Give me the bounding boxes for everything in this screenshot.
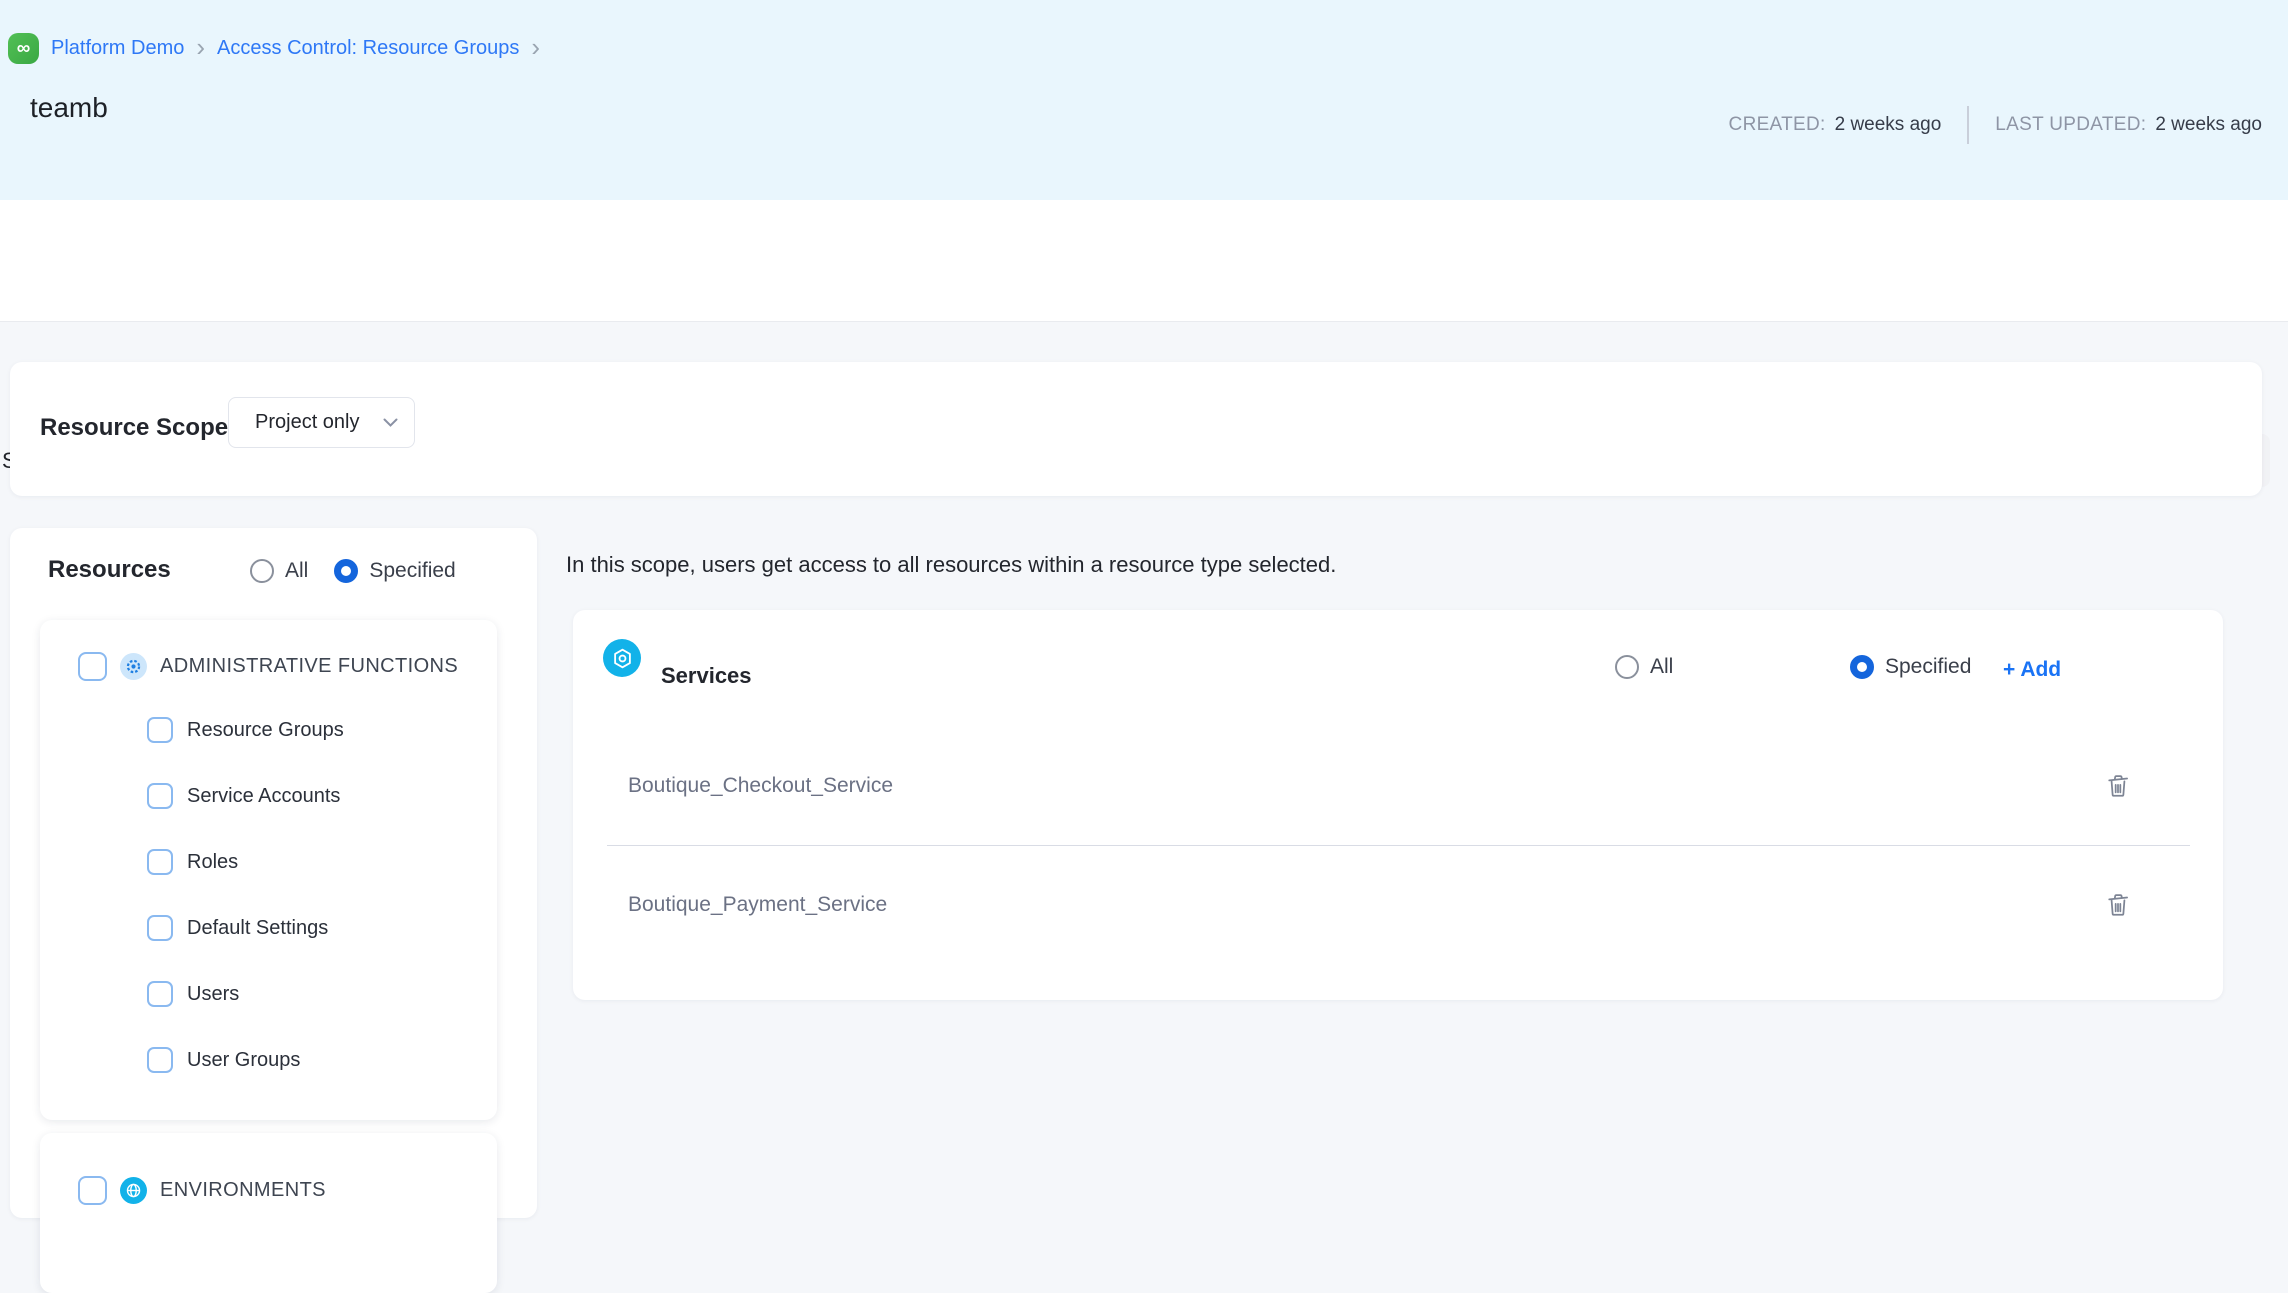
project-logo-icon: ∞	[8, 33, 39, 64]
chevron-right-icon: ›	[196, 37, 205, 57]
radio-specified-circle[interactable]	[334, 559, 358, 583]
list-item: Roles	[147, 829, 497, 895]
list-item: User Groups	[147, 1027, 497, 1093]
resource-item-list: Resource Groups Service Accounts Roles D…	[40, 697, 497, 1093]
infinity-glyph: ∞	[17, 39, 31, 58]
group-label: ADMINISTRATIVE FUNCTIONS	[160, 655, 458, 678]
breadcrumb-section-link[interactable]: Access Control: Resource Groups	[217, 37, 519, 60]
service-row: Boutique_Checkout_Service	[573, 727, 2223, 845]
admin-functions-icon	[120, 653, 147, 680]
resource-group-card-admin: ADMINISTRATIVE FUNCTIONS Resource Groups…	[40, 620, 497, 1120]
services-card: Services All Specified + Add Boutique_Ch…	[573, 610, 2223, 1000]
resources-panel: Resources All Specified ADMINISTRATIVE F…	[10, 528, 537, 1218]
created-value: 2 weeks ago	[1835, 114, 1942, 136]
add-service-button[interactable]: + Add	[2003, 658, 2061, 682]
resources-title: Resources	[48, 556, 171, 584]
list-item: Users	[147, 961, 497, 1027]
checkbox-resource-groups[interactable]	[147, 717, 173, 743]
breadcrumb-project-link[interactable]: Platform Demo	[51, 37, 184, 60]
checkbox-user-groups[interactable]	[147, 1047, 173, 1073]
chevron-right-icon: ›	[531, 37, 540, 57]
list-item: Service Accounts	[147, 763, 497, 829]
checkbox-users[interactable]	[147, 981, 173, 1007]
resource-scope-value: Project only	[255, 411, 360, 434]
service-row: Boutique_Payment_Service	[573, 846, 2223, 964]
last-updated-label: LAST UPDATED:	[1995, 114, 2146, 136]
services-radio-specified-circle[interactable]	[1850, 655, 1874, 679]
radio-specified[interactable]: Specified	[334, 559, 455, 583]
service-name: Boutique_Checkout_Service	[628, 774, 893, 798]
page-title: teamb	[30, 92, 108, 124]
list-item: Default Settings	[147, 895, 497, 961]
created-label: CREATED:	[1729, 114, 1826, 136]
scope-info-text: In this scope, users get access to all r…	[566, 552, 1336, 578]
group-row-environments: ENVIRONMENTS	[40, 1133, 497, 1205]
checkbox-environments[interactable]	[78, 1176, 107, 1205]
last-updated-value: 2 weeks ago	[2155, 114, 2262, 136]
services-radio-all[interactable]: All	[1615, 655, 1673, 679]
trash-icon[interactable]	[2104, 891, 2132, 919]
radio-all-label: All	[285, 559, 308, 583]
chevron-down-icon	[383, 418, 398, 428]
breadcrumb: ∞ Platform Demo › Access Control: Resour…	[8, 33, 540, 64]
services-icon	[603, 639, 641, 677]
environments-icon	[120, 1177, 147, 1204]
resource-group-card-environments: ENVIRONMENTS	[40, 1133, 497, 1293]
meta-divider	[1967, 106, 1969, 144]
trash-icon[interactable]	[2104, 772, 2132, 800]
meta-timestamps: CREATED: 2 weeks ago LAST UPDATED: 2 wee…	[1729, 106, 2262, 144]
list-item: Resource Groups	[147, 697, 497, 763]
checkbox-service-accounts[interactable]	[147, 783, 173, 809]
radio-all[interactable]: All	[250, 559, 308, 583]
resource-scope-select[interactable]: Project only	[228, 397, 415, 448]
services-radio-specified[interactable]: Specified	[1850, 655, 1971, 679]
services-title: Services	[661, 663, 752, 689]
page-header: ∞ Platform Demo › Access Control: Resour…	[0, 0, 2288, 200]
checkbox-default-settings[interactable]	[147, 915, 173, 941]
resource-scope-label: Resource Scope	[40, 414, 228, 442]
resource-scope-card: Resource Scope Project only	[10, 362, 2262, 496]
group-row-admin-functions: ADMINISTRATIVE FUNCTIONS	[40, 620, 497, 681]
service-name: Boutique_Payment_Service	[628, 893, 887, 917]
resources-scope-radios: All Specified	[250, 559, 456, 583]
checkbox-admin-functions[interactable]	[78, 652, 107, 681]
services-radio-all-circle[interactable]	[1615, 655, 1639, 679]
action-toolbar: Select Resource and define its scope of …	[0, 200, 2288, 322]
radio-all-circle[interactable]	[250, 559, 274, 583]
checkbox-roles[interactable]	[147, 849, 173, 875]
radio-specified-label: Specified	[369, 559, 455, 583]
group-label: ENVIRONMENTS	[160, 1179, 326, 1202]
